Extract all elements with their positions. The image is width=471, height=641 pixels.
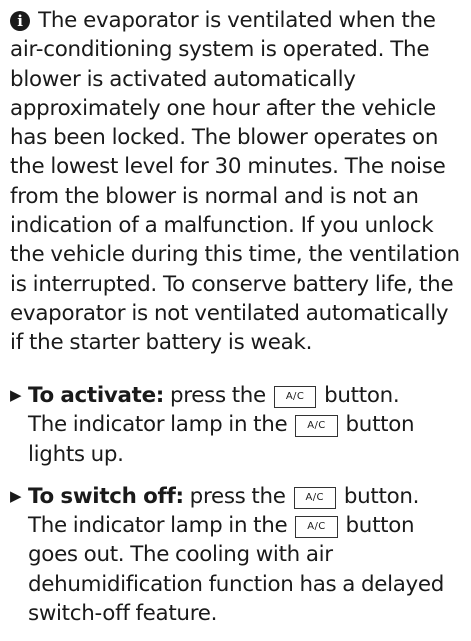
ac-button-key: A/C xyxy=(293,486,336,509)
step-text: button. xyxy=(343,483,420,509)
step-label: To activate: xyxy=(28,383,165,408)
ac-button-key: A/C xyxy=(295,415,338,438)
instruction-list: ▶ To activate: press the A/C button. The… xyxy=(10,381,466,641)
step-text: The indicator lamp in the xyxy=(28,412,288,438)
info-note: i The evaporator is ventilated when the … xyxy=(10,6,462,358)
step-switch-off: ▶ To switch off: press the A/C button. T… xyxy=(10,482,466,628)
ac-button-key: A/C xyxy=(273,386,317,408)
info-icon: i xyxy=(10,11,30,31)
arrow-right-icon: ▶ xyxy=(10,386,22,404)
step-text: press the xyxy=(169,383,266,408)
step-text: The indicator lamp in the xyxy=(28,513,288,539)
ac-button-key: A/C xyxy=(295,516,338,539)
step-label: To switch off: xyxy=(28,483,184,509)
step-activate: ▶ To activate: press the A/C button. The… xyxy=(10,381,466,469)
manual-page: i The evaporator is ventilated when the … xyxy=(0,0,471,626)
step-text: press the xyxy=(189,483,286,509)
info-text: The evaporator is ventilated when the ai… xyxy=(10,8,460,356)
step-text: button. xyxy=(324,383,400,408)
arrow-right-icon: ▶ xyxy=(10,486,22,505)
